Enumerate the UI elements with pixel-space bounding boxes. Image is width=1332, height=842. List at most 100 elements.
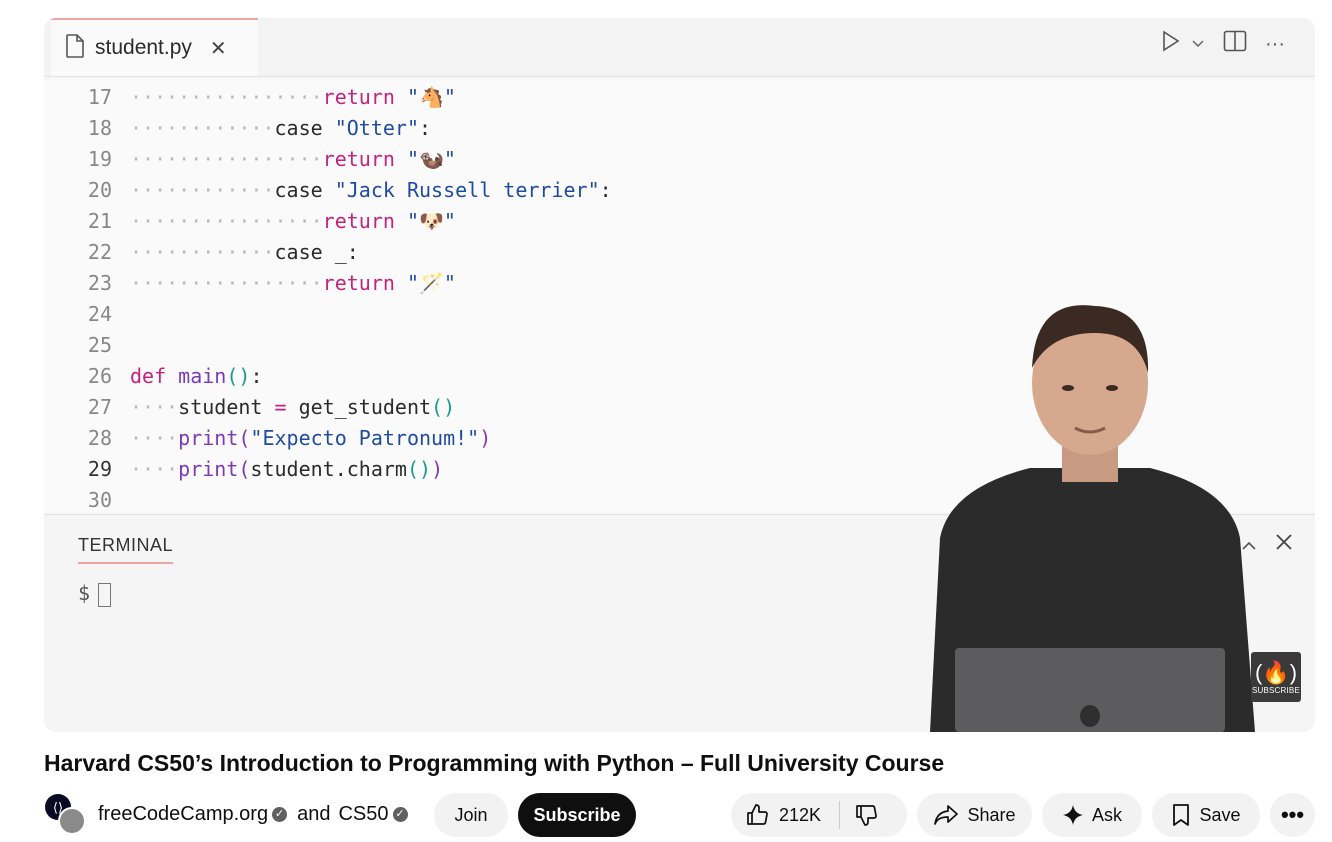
code-token: () (226, 364, 251, 388)
close-icon[interactable]: ✕ (210, 36, 227, 61)
video-player[interactable]: student.py ✕ ··· 17 ················retur… (44, 18, 1315, 732)
code-token: : (599, 178, 612, 202)
code-line[interactable]: 17 ················return "🐴" (44, 82, 456, 113)
code-token: = (274, 395, 287, 419)
video-title: Harvard CS50’s Introduction to Programmi… (44, 750, 945, 776)
code-text: ················return "🦦" (130, 144, 456, 175)
more-actions-button[interactable]: ••• (1270, 793, 1315, 837)
line-number: 27 (87, 395, 112, 419)
code-line[interactable]: 23 ················return "🪄" (44, 268, 456, 299)
terminal-prompt: $ (78, 581, 112, 607)
code-text: ················return "🐴" (130, 82, 456, 113)
subscribe-button[interactable]: Subscribe (518, 793, 636, 837)
editor-actions: ··· (1161, 30, 1285, 58)
editor-tab-bar: student.py ✕ ··· (44, 18, 1315, 77)
share-button[interactable]: Share (917, 793, 1032, 837)
code-token: def (130, 364, 179, 388)
line-number: 22 (87, 240, 112, 264)
indent-guide: ················ (130, 209, 323, 233)
more-horizontal-icon: ••• (1280, 802, 1305, 827)
code-line[interactable]: 18 ············case "Otter": (44, 113, 431, 144)
code-token: return (322, 147, 395, 171)
code-token: : (419, 116, 432, 140)
line-number: 24 (87, 302, 112, 326)
ask-label: Ask (1091, 804, 1122, 825)
code-line[interactable]: 29 ····print(student.charm()) (44, 454, 443, 485)
indent-guide: ···· (130, 457, 179, 481)
code-token: ) (431, 457, 444, 481)
indent-guide: ················ (130, 85, 323, 109)
share-label: Share (967, 804, 1016, 825)
indent-guide: ············ (130, 240, 275, 264)
channel-names: freeCodeCamp.org ✓ and CS50 ✓ (98, 803, 414, 826)
indent-guide: ···· (130, 395, 179, 419)
code-token: "🐴" (394, 85, 456, 109)
bookmark-icon (1173, 804, 1190, 826)
code-token: return (322, 209, 395, 233)
line-number: 30 (87, 488, 112, 512)
code-line[interactable]: 22 ············case _: (44, 237, 359, 268)
code-token: case (274, 116, 335, 140)
terminal-title[interactable]: TERMINAL (78, 535, 174, 564)
line-number: 29 (87, 457, 112, 481)
terminal-cursor (98, 582, 112, 607)
indent-guide: ···· (130, 426, 179, 450)
like-button[interactable]: 212K (745, 803, 821, 827)
close-panel-icon[interactable] (1275, 531, 1293, 557)
freecodecamp-logo-icon: (🔥) (1254, 659, 1298, 685)
indent-guide: ············ (130, 116, 275, 140)
code-line[interactable]: 27 ····student = get_student() (44, 392, 455, 423)
channel-avatars[interactable]: ⟨⟩ (44, 793, 86, 835)
code-token: case (274, 178, 335, 202)
code-line[interactable]: 28 ····print("Expecto Patronum!") (44, 423, 491, 454)
channel-name-cs50[interactable]: CS50 (338, 803, 388, 826)
code-token: () (406, 457, 432, 481)
code-line[interactable]: 25 (44, 330, 130, 361)
code-token: : (250, 364, 263, 388)
code-token: "🦦" (394, 147, 456, 171)
thumbs-up-icon (747, 804, 768, 825)
save-label: Save (1199, 804, 1241, 825)
code-token: student (178, 395, 275, 419)
run-icon[interactable] (1161, 30, 1181, 58)
line-number: 19 (87, 147, 112, 171)
code-line[interactable]: 30 (44, 485, 130, 516)
code-text: ············case "Jack Russell terrier": (130, 175, 612, 206)
code-text: def main(): (130, 361, 262, 392)
code-text: ················return "🪄" (130, 268, 456, 299)
join-button[interactable]: Join (434, 793, 508, 837)
channel-name-freecodecamp[interactable]: freeCodeCamp.org (98, 803, 268, 826)
chevron-down-icon[interactable] (1191, 36, 1205, 52)
ask-button[interactable]: Ask (1042, 793, 1142, 837)
line-number: 23 (87, 271, 112, 295)
code-token: () (431, 395, 456, 419)
more-icon[interactable]: ··· (1265, 33, 1285, 56)
presenter-figure (910, 288, 1270, 732)
code-line[interactable]: 19 ················return "🦦" (44, 144, 456, 175)
code-token: get_student (286, 395, 432, 419)
editor-tab[interactable]: student.py ✕ (51, 18, 258, 76)
subscribe-watermark[interactable]: (🔥) SUBSCRIBE (1251, 652, 1301, 702)
video-meta-bar: ⟨⟩ freeCodeCamp.org ✓ and CS50 ✓ Join Su… (44, 793, 1315, 839)
line-number: 20 (87, 178, 112, 202)
save-button[interactable]: Save (1152, 793, 1260, 837)
code-line[interactable]: 20 ············case "Jack Russell terrier… (44, 175, 612, 206)
code-text: ····student = get_student() (130, 392, 455, 423)
code-token: case _: (274, 240, 359, 264)
code-line[interactable]: 21 ················return "🐶" (44, 206, 456, 237)
code-text: ····print("Expecto Patronum!") (130, 423, 491, 454)
line-number: 28 (87, 426, 112, 450)
channel-and: and (297, 803, 331, 825)
code-token: "Jack Russell terrier" (334, 178, 600, 202)
code-token: ) (479, 426, 492, 450)
line-number: 18 (87, 116, 112, 140)
code-line[interactable]: 24 (44, 299, 130, 330)
split-editor-icon[interactable] (1223, 30, 1247, 58)
prompt-symbol: $ (78, 581, 91, 605)
thumbs-down-icon (856, 805, 877, 826)
line-number: 26 (87, 364, 112, 388)
dislike-button[interactable] (854, 803, 878, 827)
code-token: "🐶" (394, 209, 456, 233)
code-line[interactable]: 26 def main(): (44, 361, 263, 392)
line-number: 17 (87, 85, 112, 109)
